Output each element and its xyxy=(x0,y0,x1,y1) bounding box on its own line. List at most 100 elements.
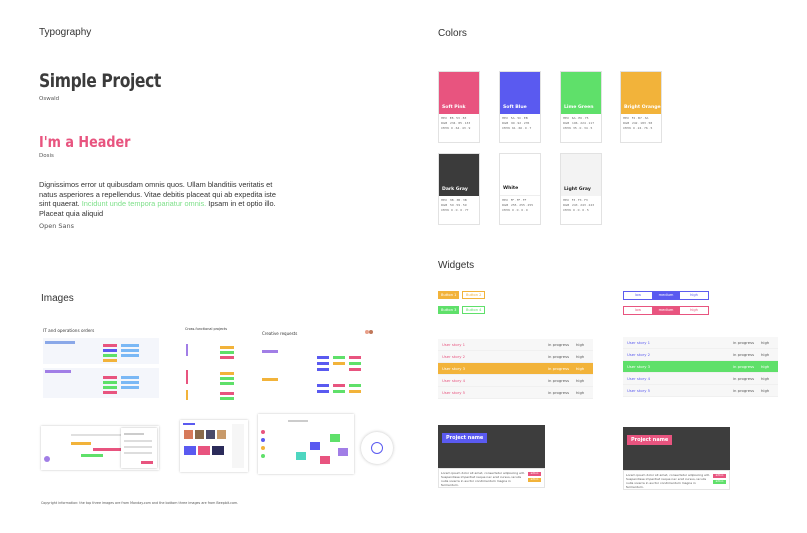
story-priority: high xyxy=(576,390,585,395)
card-title: Project name xyxy=(627,435,673,445)
card-body: Lorem ipsum dolor sit amet, consectetur … xyxy=(441,471,525,487)
story-table-pink: User story 1 in progress high User story 2 i… xyxy=(438,339,593,399)
gallery-tile xyxy=(206,430,215,439)
card-action-button[interactable]: action xyxy=(713,480,726,484)
story-name: User story 1 xyxy=(627,340,651,345)
card-footer: Lorem ipsum dolor sit amet, consectetur … xyxy=(438,468,545,488)
button-1[interactable]: Button 1 xyxy=(438,291,460,299)
gallery-tile xyxy=(198,446,210,455)
story-name: User story 5 xyxy=(442,390,466,395)
segment-high[interactable]: high xyxy=(680,292,708,299)
story-priority: high xyxy=(576,378,585,383)
swatch-chip: Dark Gray xyxy=(439,154,479,196)
color-swatch: Soft Blue HEX 5A · 5C · EB RGB 90 · 92 · 2… xyxy=(499,71,541,143)
gallery-tile xyxy=(184,446,196,455)
story-priority: high xyxy=(761,340,770,345)
button-2[interactable]: Button 2 xyxy=(462,291,486,299)
button-4[interactable]: Button 4 xyxy=(462,306,486,314)
story-status: in progress xyxy=(733,340,755,345)
segment-medium[interactable]: medium xyxy=(652,307,680,314)
typography-heading: Typography xyxy=(39,27,92,38)
swatch-name: Lime Green xyxy=(564,105,594,110)
color-swatch: Soft Pink HEX E8 · 53 · 83 RGB 234 · 85 · … xyxy=(438,71,480,143)
color-swatch: Dark Gray HEX 3B · 3B · 3B RGB 59 · 59 · 5… xyxy=(438,153,480,225)
segment-low[interactable]: low xyxy=(624,292,652,299)
image-schedule[interactable] xyxy=(258,414,354,474)
image-it-operations[interactable]: IT and operations orders xyxy=(41,326,163,402)
swatch-cmyk: CMYK 0 · 64 · 43 · 9 xyxy=(441,126,471,131)
story-status: in progress xyxy=(548,390,570,395)
card-body: Lorem ipsum dolor sit amet, consectetur … xyxy=(626,473,710,489)
swatch-chip: Soft Blue xyxy=(500,72,540,114)
image-timeline[interactable] xyxy=(41,426,159,470)
swatch-chip: Lime Green xyxy=(561,72,601,114)
story-priority: high xyxy=(576,354,585,359)
image-gallery[interactable] xyxy=(180,420,248,472)
header-font-label: Dosis xyxy=(39,153,54,159)
priority-segmented-blue[interactable]: low medium high xyxy=(623,291,709,300)
image-creative-requests[interactable]: Creative requests xyxy=(261,326,379,402)
gallery-tile xyxy=(195,430,204,439)
card-action-button[interactable]: action xyxy=(528,478,541,482)
avatar xyxy=(369,330,373,334)
card-action-button[interactable]: action xyxy=(713,474,726,478)
widgets-heading: Widgets xyxy=(438,260,475,271)
table-row[interactable]: User story 5 in progress high xyxy=(438,387,593,399)
image-cross-functional[interactable]: Cross-functional projects xyxy=(184,326,240,402)
segment-high[interactable]: high xyxy=(680,307,708,314)
table-row[interactable]: User story 5 in progress high xyxy=(623,385,778,397)
color-swatch: White HEX FF · FF · FF RGB 255 · 255 · 255… xyxy=(499,153,541,225)
swatch-chip: White xyxy=(500,154,540,196)
story-status: in progress xyxy=(548,378,570,383)
body-highlight: Incidunt unde tempora pariatur omnis. xyxy=(81,199,207,209)
swatch-name: Bright Orange xyxy=(624,105,661,110)
gallery-tile xyxy=(217,430,226,439)
table-row[interactable]: User story 1 in progress high xyxy=(623,337,778,349)
swatch-cmyk: CMYK 0 · 0 · 0 · 5 xyxy=(563,208,589,213)
swatch-cmyk: CMYK 0 · 0 · 0 · 0 xyxy=(502,208,528,213)
segment-medium[interactable]: medium xyxy=(652,292,680,299)
priority-segmented-pink[interactable]: low medium high xyxy=(623,306,709,315)
images-heading: Images xyxy=(41,293,74,304)
gallery-tile xyxy=(212,446,224,455)
table-row[interactable]: User story 2 in progress high xyxy=(438,351,593,363)
thumb-group xyxy=(43,338,159,364)
popup-panel xyxy=(121,428,157,468)
swatch-cmyk: CMYK 35 · 0 · 34 · 5 xyxy=(563,126,593,131)
sample-title: Simple Project xyxy=(39,70,161,92)
event-block xyxy=(338,448,348,456)
table-row[interactable]: User story 4 in progress high xyxy=(623,373,778,385)
event-block xyxy=(330,434,340,442)
swatch-cmyk: CMYK 61 · 60 · 0 · 7 xyxy=(502,126,532,131)
table-row[interactable]: User story 1 in progress high xyxy=(438,339,593,351)
sample-header: I'm a Header xyxy=(39,133,131,151)
color-swatch: Lime Green HEX 6A · E0 · 75 RGB 106 · 224 … xyxy=(560,71,602,143)
table-row[interactable]: User story 4 in progress high xyxy=(438,375,593,387)
story-status: in progress xyxy=(733,364,755,369)
thumb-title: IT and operations orders xyxy=(43,328,95,333)
swatch-name: Soft Blue xyxy=(503,105,527,110)
story-priority: high xyxy=(761,388,770,393)
story-status: in progress xyxy=(733,376,755,381)
story-table-blue: User story 1 in progress high User story 2 i… xyxy=(623,337,778,397)
card-action-button[interactable]: action xyxy=(528,472,541,476)
colors-heading: Colors xyxy=(438,28,467,39)
swatch-name: Light Gray xyxy=(564,187,591,192)
story-priority: high xyxy=(576,342,585,347)
story-name: User story 4 xyxy=(442,378,466,383)
story-status: in progress xyxy=(548,354,570,359)
table-row[interactable]: User story 3 in progress high xyxy=(623,361,778,373)
event-block xyxy=(320,456,330,464)
project-card-blue[interactable]: Project name Lorem ipsum dolor sit amet,… xyxy=(438,425,545,488)
event-block xyxy=(310,442,320,450)
story-name: User story 3 xyxy=(442,366,466,371)
table-row[interactable]: User story 2 in progress high xyxy=(623,349,778,361)
story-status: in progress xyxy=(548,366,570,371)
segment-low[interactable]: low xyxy=(624,307,652,314)
story-status: in progress xyxy=(548,342,570,347)
project-card-pink[interactable]: Project name Lorem ipsum dolor sit amet,… xyxy=(623,427,730,490)
swatch-cmyk: CMYK 0 · 24 · 76 · 5 xyxy=(623,126,653,131)
button-3[interactable]: Button 3 xyxy=(438,306,460,314)
table-row[interactable]: User story 3 in progress high xyxy=(438,363,593,375)
story-status: in progress xyxy=(733,388,755,393)
